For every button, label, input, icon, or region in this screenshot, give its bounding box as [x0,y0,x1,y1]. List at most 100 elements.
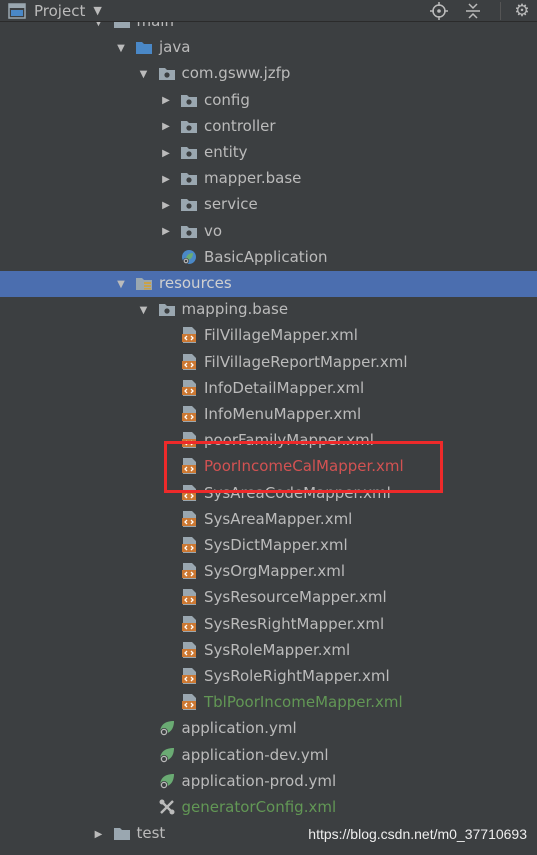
toolbar-separator [500,2,501,20]
expand-arrow-down-icon[interactable]: ▼ [115,42,127,54]
tree-item[interactable]: SysRoleRightMapper.xml [0,664,537,690]
tree-item[interactable]: ▶ controller [0,114,537,140]
source-folder-icon [135,39,153,55]
expand-arrow-right-icon[interactable]: ▶ [93,828,105,840]
xml-file-icon [180,379,198,396]
spring-boot-class-icon [180,249,198,265]
expand-arrow-right-icon[interactable]: ▶ [160,226,172,238]
xml-file-icon [180,327,198,344]
tree-item-label: poorFamilyMapper.xml [204,431,374,450]
project-title[interactable]: Project [34,2,85,20]
tree-item[interactable]: application-prod.yml [0,769,537,795]
collapse-all-icon[interactable] [464,2,482,20]
locate-target-icon[interactable] [430,2,448,20]
tree-item[interactable]: application.yml [0,716,537,742]
xml-file-icon [180,537,198,553]
tree-item-label: SysAreaCodeMapper.xml [204,483,391,502]
project-window-icon[interactable] [8,2,26,20]
chevron-down-icon[interactable]: ▼ [93,4,101,17]
tree-item[interactable]: ▶ config [0,88,537,114]
tree-item-label: service [204,195,258,214]
tree-item[interactable]: ▼ mapping.base [0,297,537,323]
tree-item[interactable]: ▼ com.gsww.jzfp [0,61,537,87]
tree-item-label: com.gsww.jzfp [181,64,291,83]
tree-item[interactable]: poorFamilyMapper.xml [0,428,537,454]
tree-item[interactable]: SysDictMapper.xml [0,533,537,559]
tree-item[interactable]: SysResourceMapper.xml [0,585,537,611]
package-icon [180,170,198,186]
tree-item-label: vo [204,221,223,240]
tree-item-label: mapper.base [204,169,302,188]
expand-arrow-right-icon[interactable]: ▶ [160,199,172,211]
tree-item-label: SysRoleMapper.xml [204,640,351,659]
tree-item-label: entity [204,143,248,161]
xml-file-icon [180,353,198,370]
header-actions: ⚙ [430,0,537,22]
expand-arrow-right-icon[interactable]: ▶ [160,95,172,107]
xml-file-icon [180,694,198,711]
tree-item[interactable]: InfoMenuMapper.xml [0,402,537,428]
tree-item[interactable]: ▶ mapper.base [0,166,537,192]
tree-item-label: application-prod.yml [181,771,337,790]
xml-file-icon [180,406,198,422]
xml-file-icon [180,641,198,658]
tree-item[interactable]: ▶ vo [0,219,537,245]
package-icon [180,92,198,108]
tree-item-label: application-dev.yml [181,745,329,764]
package-icon [158,301,176,317]
expand-arrow-down-icon[interactable]: ▼ [138,68,150,80]
xml-file-icon [180,432,198,449]
package-icon [180,196,198,212]
tree-item[interactable]: FilVillageReportMapper.xml [0,350,537,376]
tree-item[interactable]: SysResRightMapper.xml [0,612,537,638]
package-icon [180,118,198,134]
tree-item[interactable]: SysAreaCodeMapper.xml [0,481,537,507]
tree-item[interactable]: ▶ entity [0,140,537,166]
xml-file-icon [180,510,198,527]
tree-item-label: mapping.base [181,300,289,319]
tree-item[interactable]: SysOrgMapper.xml [0,559,537,585]
tree-item-label: FilVillageMapper.xml [204,326,358,345]
tree-item[interactable]: generatorConfig.xml [0,795,537,821]
tree-item-label: TblPoorIncomeMapper.xml [204,693,403,712]
spring-yml-icon [158,747,176,763]
spring-yml-icon [158,720,176,737]
tree-item-label: SysResourceMapper.xml [204,588,387,607]
watermark: https://blog.csdn.net/m0_37710693 [308,826,527,842]
tree-item-label: SysAreaMapper.xml [204,509,353,528]
tree-item[interactable]: SysRoleMapper.xml [0,638,537,664]
tree-item-label: FilVillageReportMapper.xml [204,352,408,371]
spring-yml-icon [158,773,176,789]
gear-icon[interactable]: ⚙ [513,1,531,21]
tree-item-label: generatorConfig.xml [181,798,337,816]
tree-item[interactable]: BasicApplication [0,245,537,271]
expand-arrow-right-icon[interactable]: ▶ [160,121,172,133]
package-icon [180,223,198,239]
tree-item-label: BasicApplication [204,247,328,266]
tree-item[interactable]: ▼ resources [0,271,537,297]
tree-item[interactable]: SysAreaMapper.xml [0,507,537,533]
tree-item[interactable]: InfoDetailMapper.xml [0,376,537,402]
expand-arrow-right-icon[interactable]: ▶ [160,173,172,185]
folder-icon [113,825,131,841]
xml-file-icon [180,484,198,501]
expand-arrow-down-icon[interactable]: ▼ [138,304,150,316]
expand-arrow-down-icon[interactable]: ▼ [115,278,127,290]
tree-item-label: SysOrgMapper.xml [204,562,346,581]
tree-item[interactable]: ▶ service [0,192,537,218]
tree-item[interactable]: FilVillageMapper.xml [0,323,537,349]
expand-arrow-right-icon[interactable]: ▶ [160,147,172,159]
tree-item-label: PoorIncomeCalMapper.xml [204,457,404,476]
xml-file-icon [180,458,198,475]
tree-item-label: resources [159,274,232,292]
tree-item[interactable]: PoorIncomeCalMapper.xml [0,454,537,480]
tree-item-label: InfoDetailMapper.xml [204,378,365,397]
tree-item-label: SysDictMapper.xml [204,536,348,554]
tree-item[interactable]: TblPoorIncomeMapper.xml [0,690,537,716]
resources-folder-icon [135,275,153,291]
package-icon [158,65,176,81]
tree-item[interactable]: ▼ java [0,35,537,61]
tree-item[interactable]: application-dev.yml [0,743,537,769]
tree-item-label: test [136,824,166,843]
xml-file-icon [180,668,198,684]
